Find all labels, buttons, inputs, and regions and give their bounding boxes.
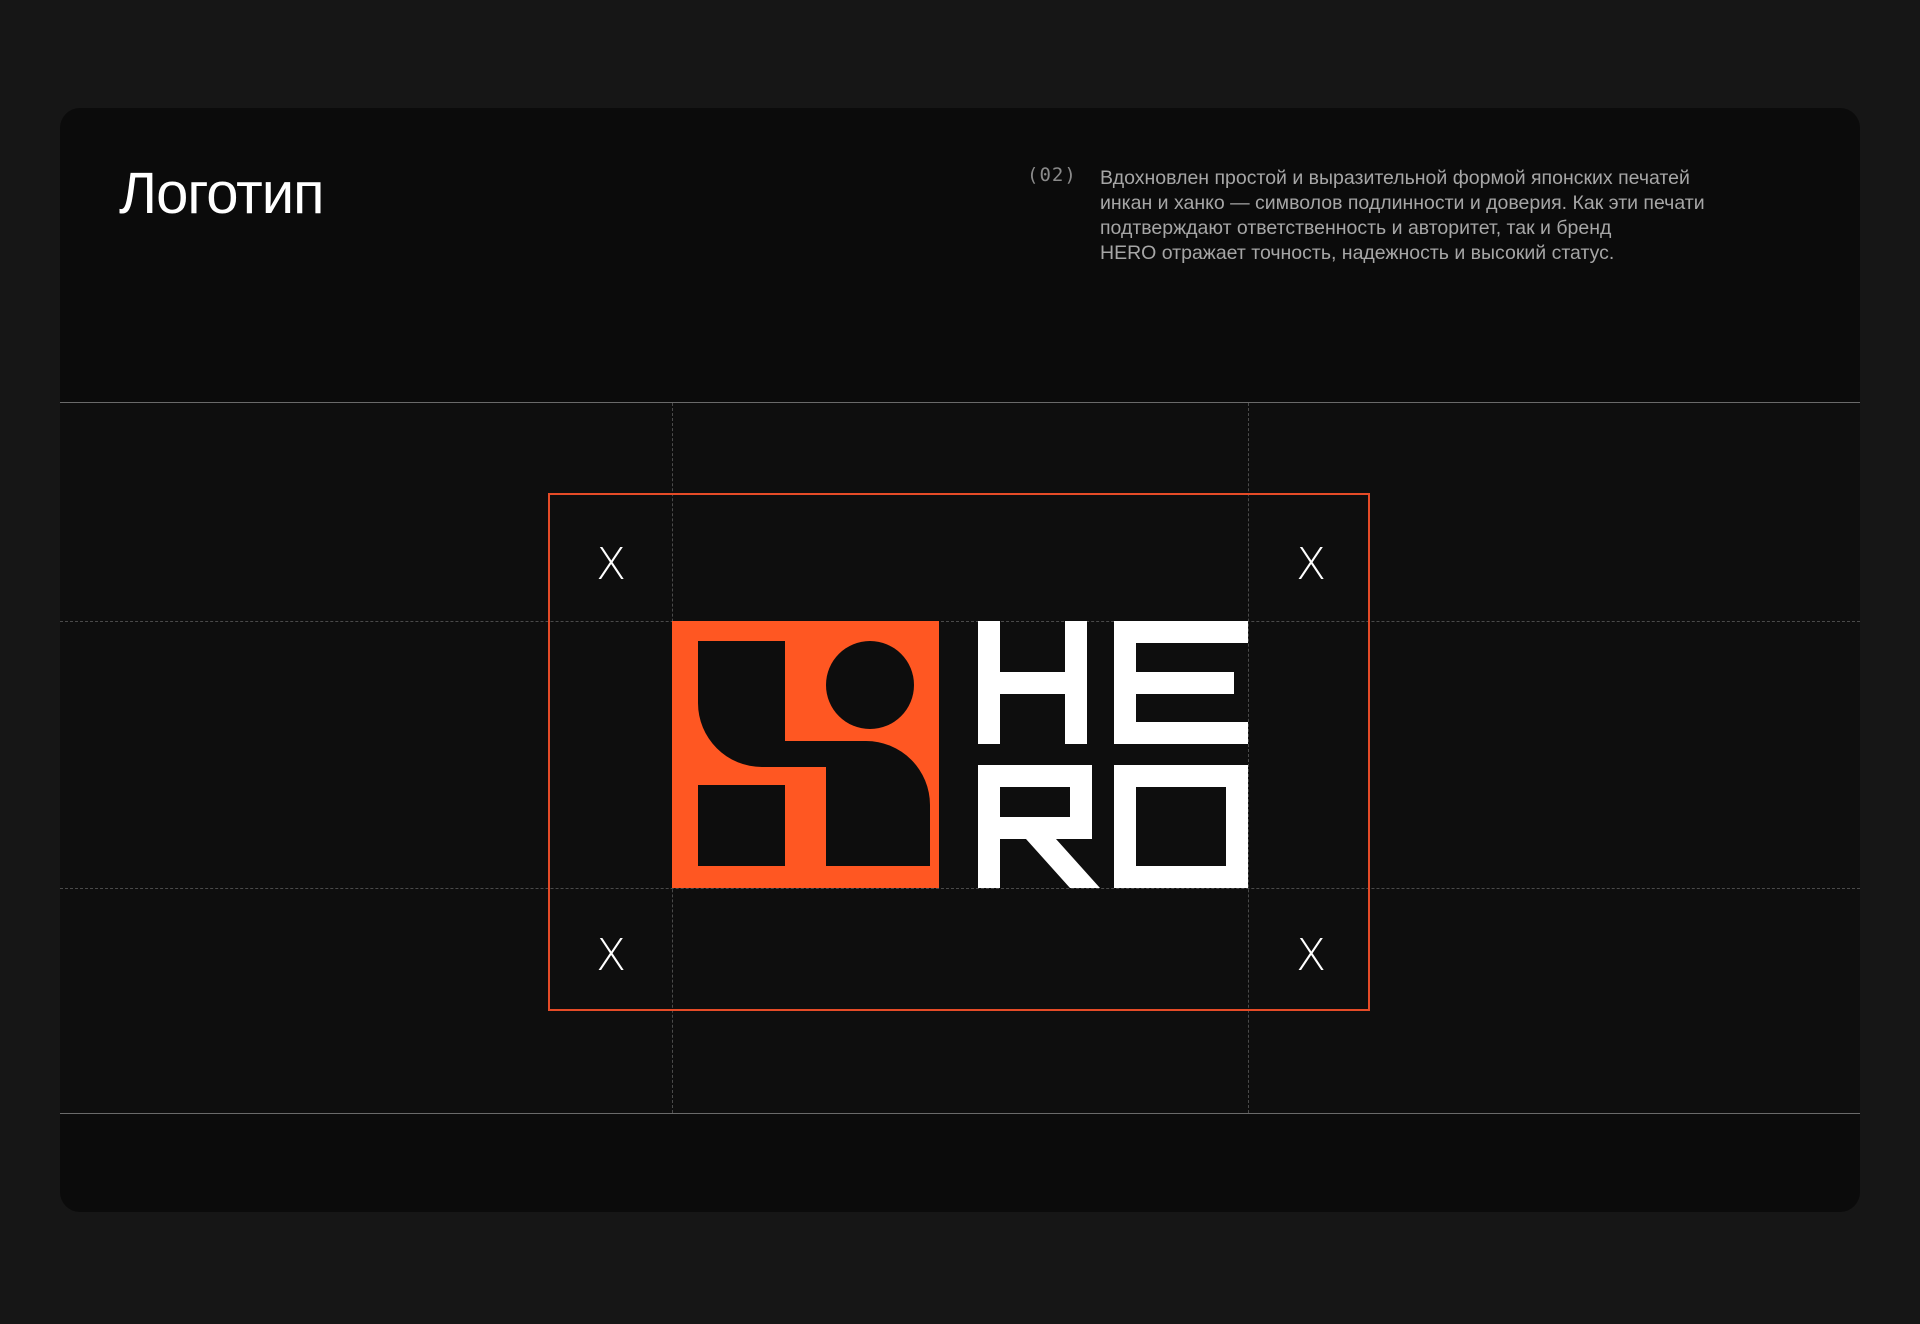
- section-number: (02): [1027, 164, 1077, 186]
- clearspace-marker: X: [596, 539, 627, 590]
- hanko-seal-icon: [672, 621, 939, 888]
- clearspace-marker: X: [1296, 930, 1327, 981]
- description-line: подтверждают ответственность и авторитет…: [1100, 217, 1612, 239]
- construction-area: X X X X: [60, 402, 1860, 1114]
- hero-wordmark: [978, 621, 1248, 888]
- logo-slide-card: Логотип (02) Вдохновлен простой и вырази…: [60, 108, 1860, 1212]
- description-line: Вдохновлен простой и выразительной формо…: [1100, 167, 1690, 189]
- description-line: HERO отражает точность, надежность и выс…: [1100, 242, 1615, 264]
- description-line: инкан и ханко — символов подлинности и д…: [1100, 192, 1705, 214]
- description-text: Вдохновлен простой и выразительной формо…: [1100, 166, 1790, 266]
- clearspace-marker: X: [596, 930, 627, 981]
- page-title: Логотип: [119, 161, 325, 226]
- hero-logo: [672, 621, 1248, 888]
- clearspace-marker: X: [1296, 539, 1327, 590]
